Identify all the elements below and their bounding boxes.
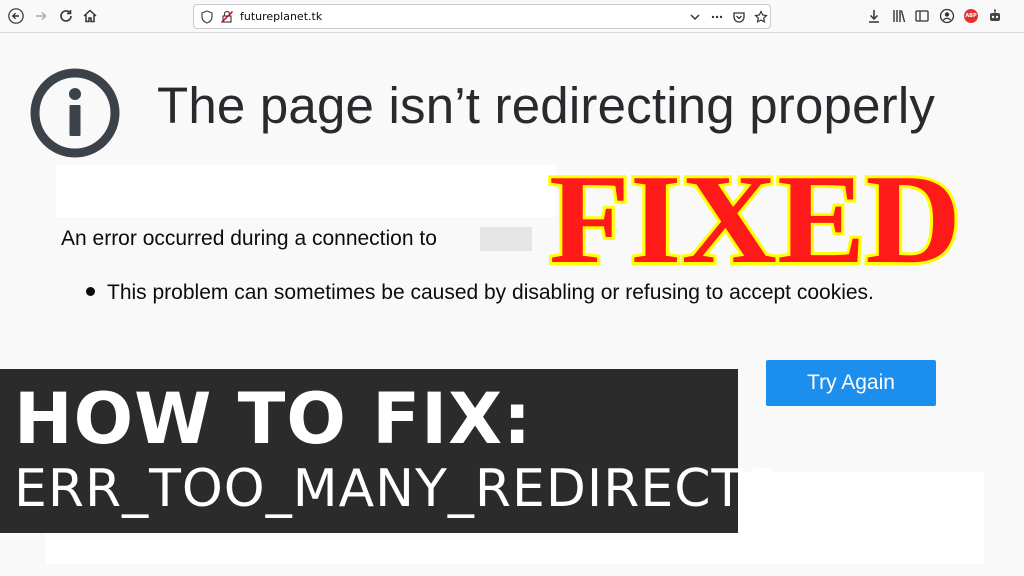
banner-subtitle: ERR_TOO_MANY_REDIRECTS — [14, 459, 779, 519]
home-button[interactable] — [80, 6, 100, 26]
star-icon[interactable] — [754, 10, 768, 24]
download-icon[interactable] — [866, 8, 882, 24]
insecure-lock-icon[interactable] — [220, 10, 234, 24]
redaction-box — [56, 165, 556, 217]
fixed-label: FIXED — [549, 150, 961, 280]
home-icon — [83, 9, 97, 23]
reload-icon — [60, 10, 72, 22]
forward-icon — [36, 11, 47, 21]
url-text[interactable]: futureplanet.tk — [240, 10, 322, 23]
pocket-icon[interactable] — [732, 10, 746, 24]
blurred-host — [480, 227, 532, 251]
account-icon[interactable] — [939, 8, 955, 24]
error-bullet: This problem can sometimes be caused by … — [107, 281, 874, 304]
bullet-icon — [86, 287, 95, 296]
page-title: The page isn’t redirecting properly — [157, 77, 936, 134]
info-icon — [30, 68, 120, 158]
banner-title: HOW TO FIX: — [14, 378, 533, 460]
error-message: An error occurred during a connection to — [61, 227, 437, 250]
back-button[interactable] — [6, 6, 26, 26]
reload-button[interactable] — [56, 6, 76, 26]
try-again-button[interactable]: Try Again — [766, 360, 936, 406]
browser-toolbar: futureplanet.tk ABP — [0, 0, 1024, 33]
shield-icon[interactable] — [200, 10, 214, 24]
fixed-stamp: FIXED — [546, 150, 964, 280]
back-icon — [8, 8, 24, 24]
forward-button[interactable] — [31, 6, 51, 26]
chevron-down-icon[interactable] — [688, 10, 702, 24]
url-bar[interactable]: futureplanet.tk — [193, 4, 771, 29]
adblock-icon[interactable]: ABP — [964, 9, 978, 23]
robot-icon[interactable] — [987, 8, 1003, 24]
library-icon[interactable] — [891, 8, 907, 24]
more-icon[interactable] — [710, 10, 724, 24]
sidebar-icon[interactable] — [914, 8, 930, 24]
